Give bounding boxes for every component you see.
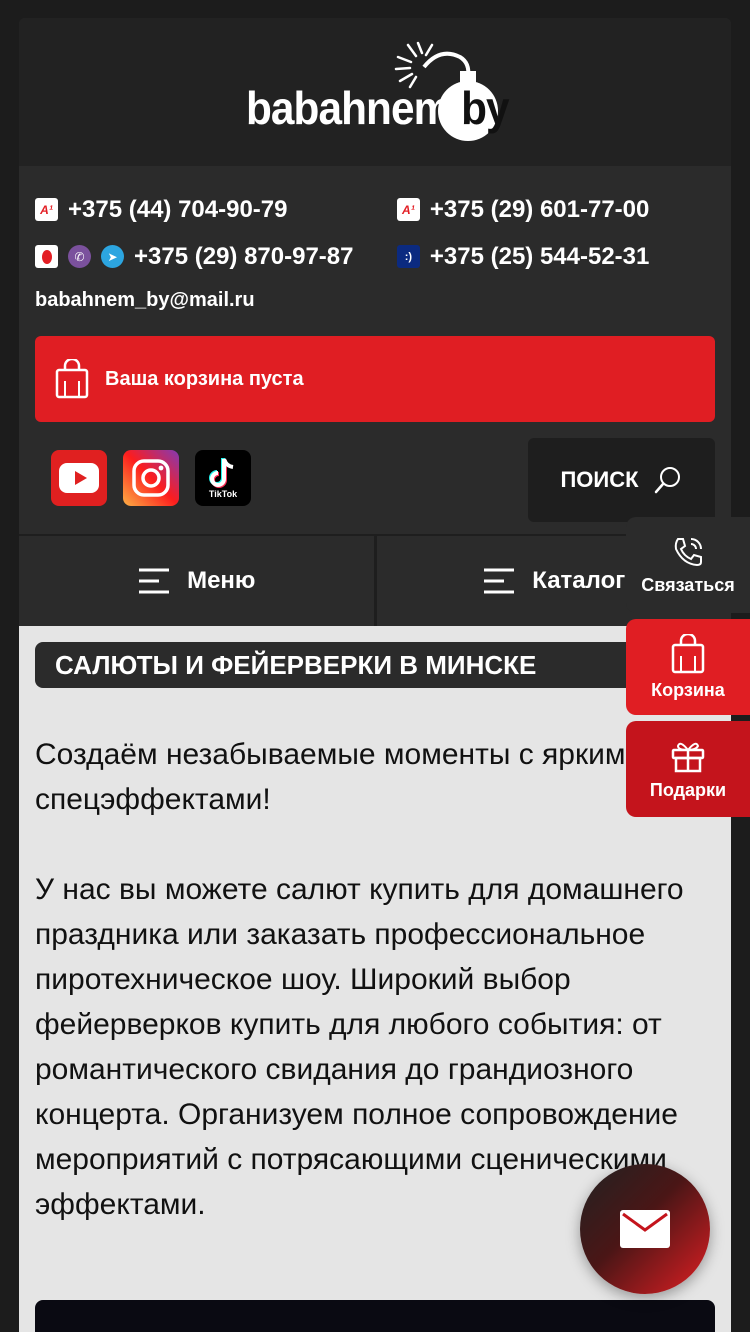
logo-brand: babahnem. (246, 82, 462, 134)
page-frame: babahnem.by A¹ +375 (44) 704-90-79 A¹ +3… (19, 18, 731, 1332)
mail-button[interactable] (580, 1164, 710, 1294)
cart-side-button[interactable]: Корзина (626, 619, 750, 715)
a1-icon: A¹ (35, 198, 58, 221)
contact-label: Связаться (641, 574, 735, 595)
logo[interactable]: babahnem.by (240, 37, 510, 147)
phone-link[interactable]: +375 (25) 544-52-31 (430, 243, 650, 271)
viber-icon[interactable]: ✆ (68, 245, 91, 268)
shopping-bag-icon (671, 633, 705, 673)
tiktok-icon[interactable]: TikTok (195, 450, 251, 506)
page-title: САЛЮТЫ И ФЕЙЕРВЕРКИ В МИНСКЕ (35, 642, 655, 688)
cart-status: Ваша корзина пуста (105, 367, 304, 390)
logo-suffix: by (461, 82, 509, 134)
tiktok-label: TikTok (208, 489, 238, 499)
gifts-side-button[interactable]: Подарки (626, 721, 750, 817)
telegram-icon[interactable]: ➤ (101, 245, 124, 268)
contact-side-button[interactable]: Связаться (626, 517, 750, 613)
a1-icon: A¹ (396, 198, 420, 221)
email-link[interactable]: babahnem_by@mail.ru (35, 280, 715, 320)
contacts: A¹ +375 (44) 704-90-79 A¹ +375 (29) 601-… (19, 166, 731, 320)
gifts-label: Подарки (649, 779, 727, 800)
search-button[interactable]: ПОИСК (528, 438, 715, 522)
youtube-icon[interactable] (51, 450, 107, 506)
header: babahnem.by (19, 18, 731, 166)
cart-bar[interactable]: Ваша корзина пуста (35, 336, 715, 422)
cart-side-label: Корзина (651, 679, 725, 700)
menu-label: Меню (187, 567, 256, 594)
mail-icon (620, 1210, 670, 1248)
search-label: ПОИСК (560, 467, 639, 492)
search-icon (654, 467, 680, 494)
gift-icon (671, 742, 705, 772)
phone-link[interactable]: +375 (29) 870-97-87 (134, 243, 354, 271)
mts-icon (35, 245, 58, 268)
hero-image (35, 1300, 715, 1332)
menu-button[interactable]: Меню (19, 536, 374, 626)
phone-icon (674, 537, 702, 566)
phone-link[interactable]: +375 (44) 704-90-79 (68, 196, 288, 224)
life-icon: :) (396, 245, 420, 268)
social-row: TikTok ПОИСК (19, 422, 731, 534)
intro-text: Создаём незабываемые моменты с яркими сп… (35, 732, 715, 1227)
shopping-bag-icon (55, 359, 89, 399)
hamburger-icon (484, 568, 515, 594)
intro-paragraph: Создаём незабываемые моменты с яркими сп… (35, 738, 643, 816)
instagram-icon[interactable] (123, 450, 179, 506)
nav-row: Меню Каталог (19, 534, 731, 626)
hamburger-icon (139, 568, 170, 594)
catalog-label: Каталог (532, 567, 626, 594)
phone-link[interactable]: +375 (29) 601-77-00 (430, 196, 650, 224)
